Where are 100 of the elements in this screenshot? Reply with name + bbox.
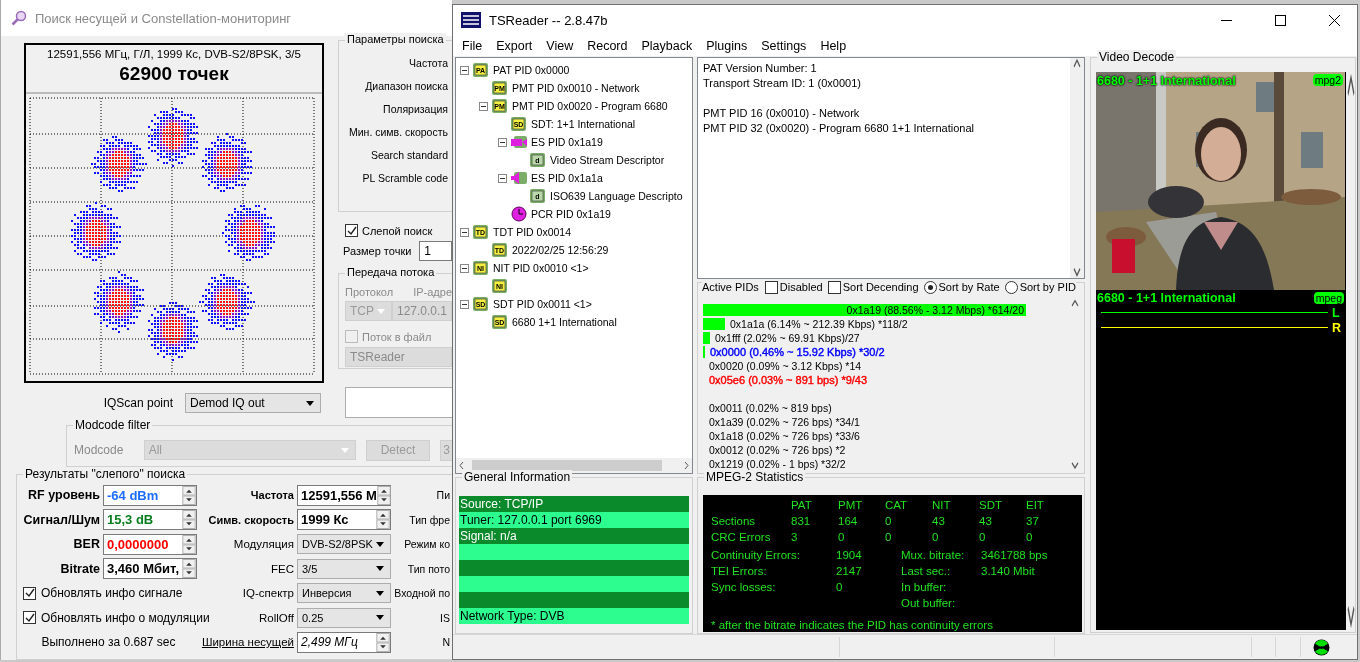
close-icon[interactable]: [1328, 14, 1340, 26]
stat-value: 0: [979, 531, 987, 546]
value-field[interactable]: 2,499 МГц: [297, 631, 391, 653]
tree-item[interactable]: ES PID 0x1a19: [531, 136, 603, 148]
column-header: EIT: [1026, 499, 1045, 514]
tree-item[interactable]: PMT PID 0x0020 - Program 6680: [512, 100, 668, 112]
menu-item[interactable]: Plugins: [699, 38, 755, 53]
spin-buttons[interactable]: [182, 559, 196, 579]
pid-rate: 0x1a18 (0.02% ~ 726 bps) *33/6: [709, 428, 860, 443]
collapse-icon[interactable]: [498, 173, 507, 183]
value-field[interactable]: 3,460 Мбит,: [103, 558, 197, 580]
field-label: Симв. скорость: [207, 513, 294, 526]
link[interactable]: Ширина несущей: [200, 636, 294, 649]
codec-badge: mpeg: [1313, 292, 1344, 304]
dropdown[interactable]: 3/5: [297, 558, 391, 579]
caret-icon: [376, 566, 384, 572]
collapse-icon[interactable]: [460, 299, 469, 309]
spin-buttons[interactable]: [182, 510, 196, 530]
field-label: Диапазон поиска: [364, 79, 449, 94]
collapse-icon[interactable]: [460, 65, 469, 75]
menu-item[interactable]: Playback: [634, 38, 700, 53]
tree-item[interactable]: TDT PID 0x0014: [493, 226, 571, 238]
dropdown[interactable]: 0.25: [297, 607, 391, 628]
tree-item[interactable]: 2022/02/25 12:56:29: [512, 244, 609, 256]
value-field[interactable]: 0,0000000: [103, 533, 197, 555]
tree-item[interactable]: NIT PID 0x0010 <1>: [493, 262, 589, 274]
input-field[interactable]: 1: [419, 241, 452, 261]
field-label: Сигнал/Шум: [22, 512, 100, 527]
column-header: NIT: [932, 499, 952, 514]
tree-item[interactable]: PAT PID 0x0000: [493, 64, 570, 76]
tree-item[interactable]: ISO639 Language Descripto: [550, 190, 683, 202]
stat-label: Out buffer:: [901, 597, 957, 612]
tree-item[interactable]: PMT PID 0x0010 - Network: [512, 82, 640, 94]
window-title: TSReader -- 2.8.47b: [489, 12, 608, 28]
group-title: Video Decode: [1097, 50, 1177, 64]
pid-rate: 0x0011 (0.02% ~ 819 bps): [709, 400, 832, 415]
stat-value: 3461788 bps: [981, 549, 1049, 564]
field-label: Частота: [249, 489, 294, 502]
field-label: IP-адре: [413, 286, 452, 298]
pid-rate: 0x1a1a (6.14% ~ 212.39 Kbps) *118/2: [730, 316, 908, 331]
menu-item[interactable]: Help: [813, 38, 854, 53]
dropdown[interactable]: DVB-S2/8PSK: [297, 534, 391, 555]
menu-item[interactable]: Record: [580, 38, 635, 53]
tree-item[interactable]: SDT PID 0x0011 <1>: [493, 298, 592, 310]
maximize-icon[interactable]: [1274, 14, 1286, 26]
value-field[interactable]: 15,3 dB: [103, 509, 197, 531]
checkbox[interactable]: [764, 280, 778, 294]
input-field[interactable]: [345, 387, 452, 418]
group-title: Параметры поиска: [345, 33, 446, 45]
menu-item[interactable]: Export: [489, 38, 540, 53]
scrollbar[interactable]: [1070, 58, 1084, 278]
collapse-icon[interactable]: [479, 101, 488, 111]
spin-buttons[interactable]: [376, 632, 390, 652]
collapse-icon[interactable]: [460, 263, 469, 273]
field-label: RF уровень: [27, 488, 100, 503]
stat-value: 0: [1026, 531, 1034, 546]
logo-icon: [461, 12, 481, 28]
tree-item[interactable]: ES PID 0x1a1a: [531, 172, 603, 184]
spin-buttons[interactable]: [376, 485, 391, 505]
tree-item[interactable]: SDT: 1+1 International: [531, 118, 636, 130]
field-label: IS: [439, 611, 450, 624]
tree-item[interactable]: PCR PID 0x1a19: [531, 208, 611, 220]
elapsed-time: Выполнено за 0.687 sec: [40, 635, 177, 650]
pid-rate: 0x0020 (0.09% ~ 3.12 Kbps) *14: [709, 358, 862, 373]
stat-value: 164: [838, 515, 859, 530]
spin-buttons[interactable]: [376, 510, 390, 530]
menu-item[interactable]: Settings: [754, 38, 814, 53]
field-label: Search standard: [369, 148, 449, 163]
value-field[interactable]: 1999 Кс: [297, 509, 391, 531]
stat-label: CRC Errors: [711, 531, 772, 546]
checkbox[interactable]: [23, 586, 36, 600]
menu-item[interactable]: File: [455, 38, 490, 53]
info-line: PMT PID 16 (0x0010) - Network: [703, 106, 861, 121]
checkbox-label: Поток в файл: [362, 330, 432, 343]
tree-item[interactable]: 6680 1+1 International: [512, 316, 617, 328]
info-row: Source: TCP/IP: [459, 496, 689, 512]
tree-item[interactable]: Video Stream Descriptor: [550, 154, 665, 166]
collapse-icon[interactable]: [498, 137, 507, 147]
radio-button[interactable]: [923, 280, 937, 294]
checkbox[interactable]: [827, 280, 841, 294]
radio-button[interactable]: [1004, 280, 1018, 294]
collapse-icon[interactable]: [460, 227, 469, 237]
value-field[interactable]: 12591,556 М: [297, 484, 391, 506]
spin-buttons[interactable]: [182, 534, 196, 554]
info-row: Signal: n/a: [459, 528, 689, 544]
field-label: Поляризация: [382, 102, 449, 117]
info-line: PAT Version Number: 1: [703, 61, 818, 76]
info-line: Transport Stream ID: 1 (0x0001): [703, 76, 862, 91]
checkbox[interactable]: [23, 611, 36, 625]
value-field[interactable]: -64 dBm: [103, 484, 197, 506]
checkbox[interactable]: [345, 224, 358, 237]
group-title: Передача потока: [345, 266, 437, 278]
field-label: Модуляция: [232, 538, 294, 551]
menu-item[interactable]: View: [539, 38, 581, 53]
dropdown[interactable]: Инверсия: [297, 583, 391, 604]
stat-value: 3.140 Mbit: [981, 565, 1036, 580]
spin-buttons[interactable]: [182, 485, 196, 505]
stat-value: 0: [838, 531, 846, 546]
pid-rate: 0x0012 (0.02% ~ 726 bps) *2: [709, 442, 846, 457]
dropdown[interactable]: Demod IQ out: [185, 393, 321, 413]
